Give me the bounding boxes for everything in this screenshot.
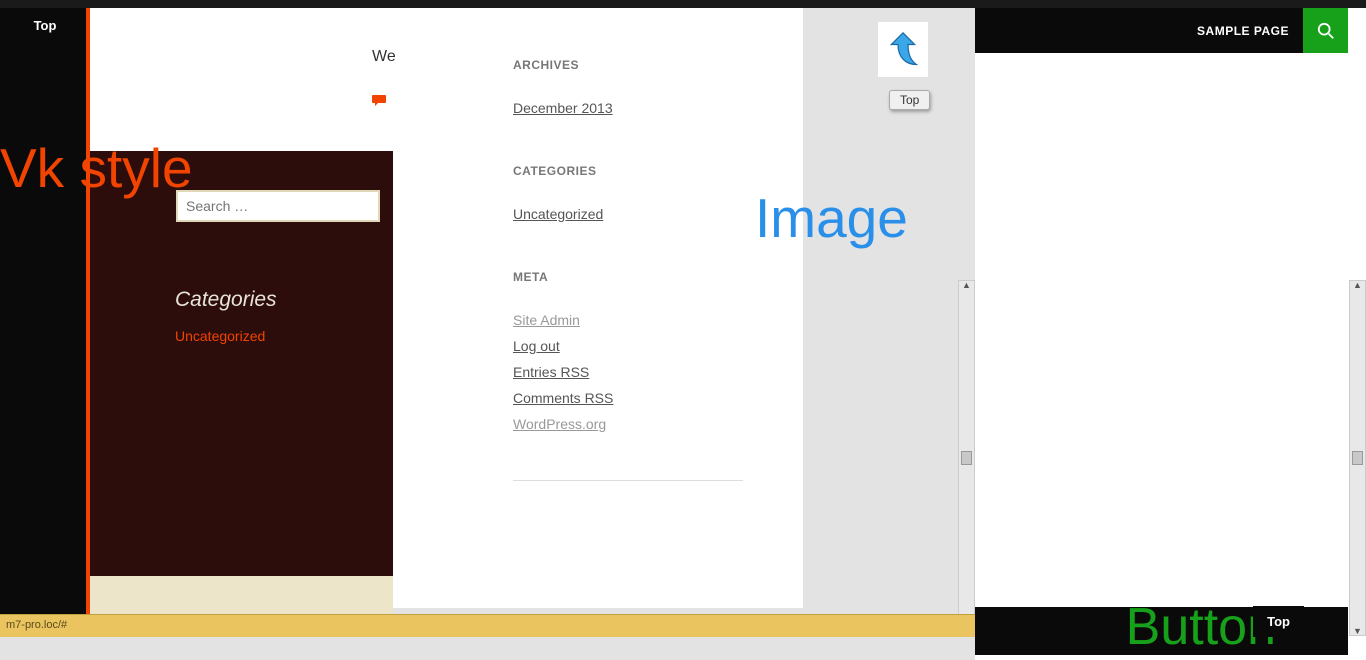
right-footer-bar: Button Top [975,607,1348,655]
scroll-top-image-box[interactable] [878,22,928,77]
widget-divider [513,480,743,481]
search-box [176,190,380,222]
meta-title: META [513,270,743,284]
status-bar: m7-pro.loc/# [0,614,975,637]
status-url: m7-pro.loc/# [6,619,67,631]
scroll-thumb[interactable] [961,451,972,465]
right-preview-pane: SAMPLE PAGE Button Top ▲ ▼ [975,0,1366,660]
archives-title: ARCHIVES [513,58,743,72]
vk-style-overlay-label: Vk style [0,136,193,200]
meta-link-wordpress[interactable]: WordPress.org [513,416,743,432]
scroll-top-button[interactable]: Top [1253,606,1304,637]
image-overlay-label: Image [755,186,908,250]
left-preview-pane: Top Vk style Categories Uncategorized We… [0,0,975,637]
meta-link-site-admin[interactable]: Site Admin [513,312,743,328]
archives-link-dec-2013[interactable]: December 2013 [513,100,743,116]
left-dark-column [0,0,90,637]
search-icon [1317,22,1335,40]
comment-icon[interactable] [372,94,386,110]
meta-link-log-out[interactable]: Log out [513,338,743,354]
right-scrollbar[interactable]: ▲ ▼ [1349,280,1366,636]
up-arrow-icon [883,27,923,72]
search-button[interactable] [1303,8,1348,53]
left-scrollbar[interactable]: ▲ ▼ [958,280,975,636]
scroll-thumb[interactable] [1352,451,1363,465]
scroll-up-icon[interactable]: ▲ [1353,280,1362,290]
search-input[interactable] [178,192,378,220]
post-snippet-text: We [372,48,396,66]
admin-topbar [0,0,1366,8]
categories-widget-title: CATEGORIES [513,164,743,178]
categories-widget-link[interactable]: Uncategorized [513,206,743,222]
scroll-down-icon[interactable]: ▼ [1353,626,1362,636]
widget-column: ARCHIVES December 2013 CATEGORIES Uncate… [513,58,743,481]
meta-link-entries-rss[interactable]: Entries RSS [513,364,743,380]
sample-page-link[interactable]: SAMPLE PAGE [1183,8,1303,53]
meta-link-comments-rss[interactable]: Comments RSS [513,390,743,406]
scroll-top-label[interactable]: Top [889,90,930,110]
top-button-badge[interactable]: Top [0,18,90,33]
scroll-up-icon[interactable]: ▲ [962,280,971,290]
category-link-uncategorized[interactable]: Uncategorized [175,328,265,344]
right-header-bar: SAMPLE PAGE [975,8,1348,53]
categories-heading: Categories [175,288,277,312]
